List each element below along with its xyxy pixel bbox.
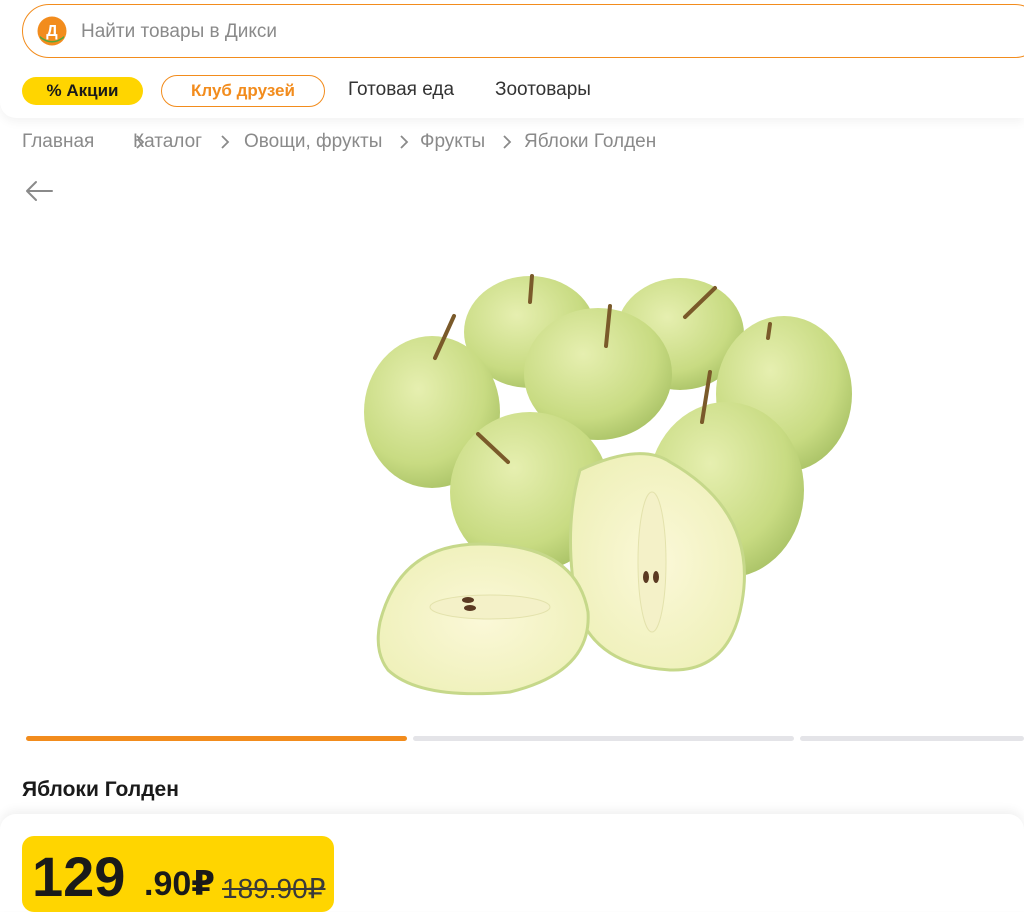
category-nav: % Акции Клуб друзей Готовая еда Зоотовар… <box>22 74 1022 108</box>
price-sheet: 129 .90₽ 189.90₽ <box>0 814 1024 912</box>
product-image[interactable] <box>340 262 860 702</box>
chevron-right-icon <box>503 135 512 149</box>
breadcrumb: Главная Каталог Овощи, фрукты Фрукты Ябл… <box>22 131 1002 155</box>
apple-half <box>376 542 590 696</box>
breadcrumb-item-current: Яблоки Голден <box>524 131 657 152</box>
price-current: 129 <box>32 845 126 908</box>
club-pill[interactable]: Клуб друзей <box>161 75 325 107</box>
price-current-fraction: .90₽ <box>144 865 215 903</box>
back-arrow-icon[interactable] <box>24 178 54 204</box>
breadcrumb-item-catalog-label[interactable]: Каталог <box>133 131 202 153</box>
breadcrumb-item-fruits[interactable]: Фрукты <box>420 131 485 153</box>
price-old: 189.90₽ <box>222 873 326 904</box>
product-title: Яблоки Голден <box>22 778 179 801</box>
nav-link-pet-goods[interactable]: Зоотовары <box>495 79 591 101</box>
header: Д Найти товары в Дикси % Акции Клуб друз… <box>0 0 1024 118</box>
gallery-indicator-3[interactable] <box>800 736 1024 741</box>
gallery-indicator-1[interactable] <box>26 736 407 741</box>
dixy-logo[interactable]: Д <box>37 16 67 46</box>
promo-pill[interactable]: % Акции <box>22 77 143 105</box>
breadcrumb-item-vegetables-fruits[interactable]: Овощи, фрукты <box>244 131 382 153</box>
price-badge: 129 .90₽ 189.90₽ <box>22 836 334 912</box>
chevron-right-icon <box>400 135 409 149</box>
chevron-right-icon <box>221 135 230 149</box>
search-bar[interactable]: Д Найти товары в Дикси <box>22 4 1024 58</box>
breadcrumb-item-home[interactable]: Главная <box>22 131 94 153</box>
search-input[interactable]: Найти товары в Дикси <box>81 21 277 43</box>
nav-link-ready-food[interactable]: Готовая еда <box>348 79 454 101</box>
svg-text:Д: Д <box>46 23 58 40</box>
gallery-indicator-2[interactable] <box>413 736 794 741</box>
